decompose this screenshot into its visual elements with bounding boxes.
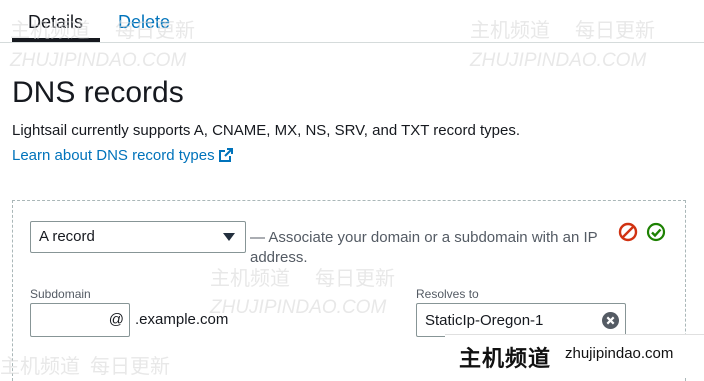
watermark-en: ZHUJIPINDAO.COM — [10, 50, 187, 71]
badge-brand-cn: 主机频道 — [459, 346, 552, 371]
external-link-icon — [218, 148, 233, 162]
page-description: Lightsail currently supports A, CNAME, M… — [12, 122, 520, 139]
cancel-icon[interactable] — [617, 221, 639, 243]
record-type-description: — Associate your domain or a subdomain w… — [250, 229, 598, 266]
subdomain-label: Subdomain — [30, 287, 91, 301]
active-tab-indicator — [12, 38, 100, 42]
learn-dns-link-label: Learn about DNS record types — [12, 147, 215, 164]
resolves-to-label: Resolves to — [416, 287, 479, 301]
confirm-icon[interactable] — [645, 221, 667, 243]
record-type-value: A record — [39, 228, 95, 245]
resolves-to-value: StaticIp-Oregon-1 — [425, 312, 544, 329]
domain-suffix: .example.com — [135, 311, 229, 328]
watermark-en: ZHUJIPINDAO.COM — [470, 50, 647, 71]
caret-down-icon — [223, 233, 235, 241]
clear-icon[interactable] — [602, 312, 619, 329]
at-symbol: @ — [108, 311, 124, 328]
badge-domain: zhujipindao.com — [565, 345, 674, 362]
tab-details[interactable]: Details — [28, 12, 83, 33]
learn-dns-link[interactable]: Learn about DNS record types — [12, 147, 233, 164]
watermark-badge: 主机频道 zhujipindao.com — [445, 334, 704, 376]
record-type-select[interactable]: A record — [30, 221, 246, 253]
tab-delete[interactable]: Delete — [118, 12, 170, 33]
page-title: DNS records — [12, 76, 184, 109]
subdomain-input[interactable]: @ — [30, 303, 130, 337]
resolves-to-input[interactable]: StaticIp-Oregon-1 — [416, 303, 626, 337]
tab-bar: Details Delete — [0, 0, 704, 43]
